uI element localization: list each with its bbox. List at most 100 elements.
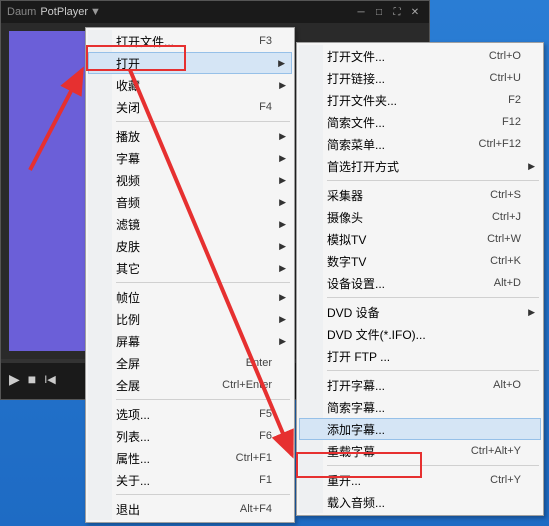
menu-item[interactable]: 选项...F5: [88, 403, 292, 425]
maximize-button[interactable]: □: [371, 5, 387, 19]
close-button[interactable]: ✕: [407, 5, 423, 19]
submenu-arrow-icon: ▶: [279, 241, 286, 252]
menu-separator: [327, 297, 539, 298]
menu-item[interactable]: 简索文件...F12: [299, 111, 541, 133]
prev-button[interactable]: I◀: [44, 373, 56, 386]
menu-item[interactable]: 比例▶: [88, 308, 292, 330]
menu-separator: [116, 399, 290, 400]
menu-item-label: 摄像头: [327, 209, 492, 226]
menu-item-label: 打开字幕...: [327, 377, 493, 394]
submenu-arrow-icon: ▶: [278, 58, 285, 69]
menu-separator: [116, 121, 290, 122]
menu-item[interactable]: 模拟TVCtrl+W: [299, 228, 541, 250]
submenu-arrow-icon: ▶: [528, 307, 535, 318]
menu-item-label: 关于...: [116, 472, 259, 489]
app-title: PotPlayer: [40, 6, 88, 18]
menu-item-label: 皮肤: [116, 238, 272, 255]
menu-item[interactable]: 播放 ▶: [88, 125, 292, 147]
submenu-arrow-icon: ▶: [279, 219, 286, 230]
menu-item[interactable]: 添加字幕...: [299, 418, 541, 440]
menu-item-shortcut: Alt+O: [493, 379, 521, 391]
menu-item[interactable]: 数字TVCtrl+K: [299, 250, 541, 272]
menu-item-shortcut: F2: [508, 94, 521, 106]
menu-item-label: 打开文件...: [116, 33, 259, 50]
menu-item-label: 重开...: [327, 472, 490, 489]
menu-separator: [327, 370, 539, 371]
menu-item[interactable]: 屏幕▶: [88, 330, 292, 352]
menu-item-label: 音频: [116, 194, 272, 211]
menu-separator: [116, 282, 290, 283]
menu-item[interactable]: 音频 ▶: [88, 191, 292, 213]
minimize-button[interactable]: ─: [353, 5, 369, 19]
menu-item[interactable]: 采集器Ctrl+S: [299, 184, 541, 206]
menu-item-shortcut: F6: [259, 430, 272, 442]
app-title-prefix: Daum: [7, 6, 36, 18]
menu-item[interactable]: 首选打开方式 ▶: [299, 155, 541, 177]
menu-item-label: 首选打开方式: [327, 158, 521, 175]
menu-item[interactable]: 打开文件...F3: [88, 30, 292, 52]
submenu-arrow-icon: ▶: [279, 197, 286, 208]
menu-item[interactable]: 重开...Ctrl+Y: [299, 469, 541, 491]
menu-item[interactable]: 打开链接...Ctrl+U: [299, 67, 541, 89]
menu-item-label: 重载字幕: [327, 443, 471, 460]
menu-item-shortcut: Ctrl+O: [489, 50, 521, 62]
menu-item-shortcut: Enter: [246, 357, 272, 369]
menu-item[interactable]: 关闭F4: [88, 96, 292, 118]
menu-item-label: 收藏: [116, 77, 272, 94]
menu-item-label: 打开 FTP ...: [327, 348, 521, 365]
play-button[interactable]: ▶: [9, 371, 20, 388]
menu-item-shortcut: Ctrl+U: [490, 72, 521, 84]
menu-item[interactable]: DVD 设备 ▶: [299, 301, 541, 323]
menu-item[interactable]: 收藏▶: [88, 74, 292, 96]
menu-item[interactable]: 皮肤 ▶: [88, 235, 292, 257]
menu-item-shortcut: Ctrl+W: [487, 233, 521, 245]
submenu-arrow-icon: ▶: [279, 153, 286, 164]
titlebar[interactable]: Daum PotPlayer ▼ ─ □ ⛶ ✕: [1, 1, 429, 23]
fullscreen-button[interactable]: ⛶: [389, 5, 405, 19]
menu-item-label: 数字TV: [327, 253, 490, 270]
menu-item-shortcut: Ctrl+Alt+Y: [471, 445, 521, 457]
submenu-arrow-icon: ▶: [279, 175, 286, 186]
menu-item[interactable]: 打开文件夹...F2: [299, 89, 541, 111]
menu-item[interactable]: 属性...Ctrl+F1: [88, 447, 292, 469]
menu-item-label: DVD 设备: [327, 304, 521, 321]
menu-item[interactable]: 重载字幕Ctrl+Alt+Y: [299, 440, 541, 462]
menu-item[interactable]: 字幕 ▶: [88, 147, 292, 169]
menu-item[interactable]: 帧位▶: [88, 286, 292, 308]
menu-item[interactable]: 简索菜单...Ctrl+F12: [299, 133, 541, 155]
menu-item[interactable]: 其它▶: [88, 257, 292, 279]
menu-item[interactable]: 打开文件...Ctrl+O: [299, 45, 541, 67]
open-submenu: 打开文件...Ctrl+O打开链接...Ctrl+U打开文件夹...F2简索文件…: [296, 42, 544, 516]
submenu-arrow-icon: ▶: [279, 131, 286, 142]
menu-item-shortcut: F1: [259, 474, 272, 486]
menu-item-label: DVD 文件(*.IFO)...: [327, 326, 521, 343]
menu-separator: [327, 180, 539, 181]
menu-item-label: 设备设置...: [327, 275, 494, 292]
menu-item[interactable]: 全屏Enter: [88, 352, 292, 374]
title-dropdown-icon[interactable]: ▼: [90, 6, 101, 18]
menu-item[interactable]: 简索字幕...: [299, 396, 541, 418]
stop-button[interactable]: ■: [28, 371, 36, 387]
menu-item[interactable]: 视频▶: [88, 169, 292, 191]
menu-item-shortcut: Alt+F4: [240, 503, 272, 515]
menu-item[interactable]: 滤镜▶: [88, 213, 292, 235]
menu-item[interactable]: 退出Alt+F4: [88, 498, 292, 520]
menu-item-label: 播放: [116, 128, 272, 145]
menu-item[interactable]: DVD 文件(*.IFO)...: [299, 323, 541, 345]
menu-item[interactable]: 打开 ▶: [88, 52, 292, 74]
menu-item-label: 简索菜单...: [327, 136, 479, 153]
submenu-arrow-icon: ▶: [528, 161, 535, 172]
menu-item-label: 打开: [116, 55, 272, 72]
menu-item[interactable]: 摄像头Ctrl+J: [299, 206, 541, 228]
menu-item[interactable]: 打开 FTP ...: [299, 345, 541, 367]
menu-item[interactable]: 设备设置...Alt+D: [299, 272, 541, 294]
menu-item-label: 采集器: [327, 187, 490, 204]
menu-item[interactable]: 全展Ctrl+Enter: [88, 374, 292, 396]
menu-item[interactable]: 关于...F1: [88, 469, 292, 491]
menu-item[interactable]: 列表...F6: [88, 425, 292, 447]
menu-item[interactable]: 打开字幕...Alt+O: [299, 374, 541, 396]
menu-item-label: 选项...: [116, 406, 259, 423]
menu-item-label: 字幕: [116, 150, 272, 167]
menu-item-label: 模拟TV: [327, 231, 487, 248]
menu-item[interactable]: 载入音频...: [299, 491, 541, 513]
